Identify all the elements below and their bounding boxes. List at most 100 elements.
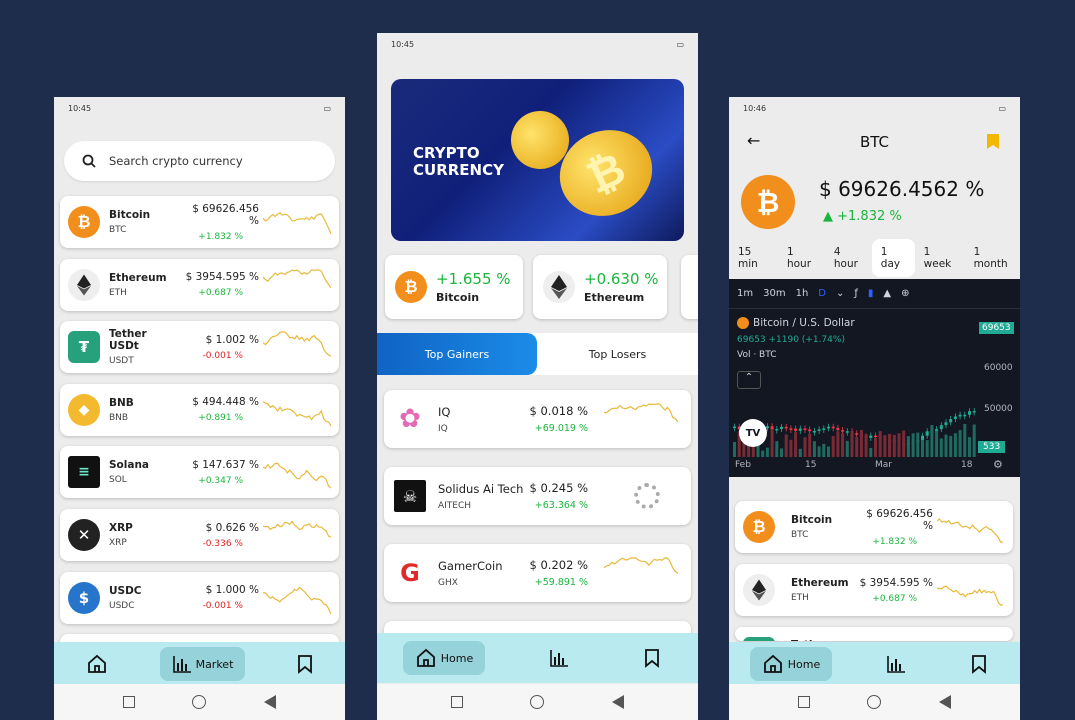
- nav-bookmark-button[interactable]: [632, 641, 672, 675]
- coin-symbol: SOL: [109, 475, 127, 486]
- coin-name: Tether USDt: [791, 639, 853, 641]
- home-circle-button[interactable]: [192, 695, 207, 709]
- nav-market-button[interactable]: [537, 641, 581, 675]
- interval-option[interactable]: 1m: [737, 288, 753, 299]
- loading-spinner-icon: [634, 483, 660, 509]
- range-option[interactable]: 15 min: [729, 239, 778, 277]
- home-circle-button[interactable]: [530, 695, 545, 709]
- nav-market-button[interactable]: Market: [159, 647, 246, 681]
- recents-button[interactable]: [122, 696, 135, 708]
- interval-option[interactable]: 30m: [763, 288, 785, 299]
- coin-symbol: ETH: [109, 287, 127, 298]
- back-triangle-button[interactable]: [939, 695, 952, 709]
- coin-price: $ 1.002 %: [205, 333, 259, 346]
- recents-button[interactable]: [797, 696, 810, 708]
- gainer-row[interactable]: ☠ Solidus Ai Tech AITECH $ 0.245 % +63.3…: [384, 467, 691, 525]
- top-card-bitcoin[interactable]: ₿ +1.655 % Bitcoin: [385, 255, 523, 319]
- settings-gear-icon[interactable]: ⚙: [993, 458, 1003, 471]
- coin-price: $ 3954.595 %: [859, 576, 933, 589]
- coin-name: Ethereum: [109, 271, 167, 284]
- coin-change: +1.832 %: [872, 536, 917, 547]
- bottom-nav: Home: [729, 642, 1020, 686]
- bottom-nav: Market: [54, 642, 345, 686]
- gainer-row[interactable]: G GamerCoin GHX $ 0.202 % +59.891 %: [384, 544, 691, 602]
- home-circle-button[interactable]: [867, 695, 882, 709]
- recents-button[interactable]: [450, 696, 463, 708]
- nav-bookmark-button[interactable]: [285, 647, 325, 681]
- coin-row[interactable]: ₿ Bitcoin BTC $ 69626.456 % +1.832 %: [60, 196, 339, 248]
- coin-change: -0.336 %: [202, 538, 243, 549]
- gainer-change: +59.891 %: [534, 577, 588, 588]
- search-icon: [82, 154, 96, 168]
- range-option[interactable]: 1 month: [965, 239, 1020, 277]
- bitcoin-icon: ₿: [395, 271, 427, 303]
- coin-name: Ethereum: [791, 577, 849, 589]
- search-input[interactable]: Search crypto currency: [109, 154, 243, 168]
- interval-option[interactable]: 1h: [796, 288, 809, 299]
- nav-home-button[interactable]: Home: [402, 641, 486, 675]
- tab-top-losers[interactable]: Top Losers: [537, 333, 698, 375]
- gainer-price: $ 0.245 %: [529, 481, 588, 495]
- coin-row[interactable]: Ethereum ETH $ 3954.595 % +0.687 %: [735, 564, 1013, 616]
- xrp-icon: ✕: [68, 519, 100, 551]
- bookmark-filled-icon[interactable]: [987, 134, 999, 149]
- coin-price: $ 147.637 %: [192, 458, 259, 471]
- coin-detail-screen: 10:46 ▭ ← BTC ₿ $ 69626.4562 % ▲ +1.832 …: [729, 97, 1020, 720]
- gainer-change: +69.019 %: [534, 423, 588, 434]
- top-card-partial[interactable]: [681, 255, 698, 319]
- brain-icon: ✿: [399, 404, 421, 434]
- coin-row[interactable]: ₮ Tether USDt USDT $ 1.002 % -0.001 %: [60, 321, 339, 374]
- coin-price: $ 494.448 %: [192, 396, 259, 409]
- nav-home-button[interactable]: [74, 647, 120, 681]
- back-triangle-button[interactable]: [264, 695, 277, 709]
- bitcoin-icon: ₿: [743, 511, 775, 543]
- bnb-icon: ◆: [68, 393, 100, 426]
- range-option[interactable]: 1 hour: [778, 239, 825, 277]
- tab-top-gainers[interactable]: Top Gainers: [377, 333, 537, 375]
- area-chart-icon[interactable]: ▲: [883, 288, 891, 299]
- bottom-nav: Home: [377, 633, 698, 683]
- gainer-row[interactable]: ✿ IQ IQ $ 0.018 % +69.019 %: [384, 390, 691, 448]
- status-bar: 10:46 ▭: [729, 97, 1020, 119]
- coin-change: -0.001 %: [202, 350, 243, 361]
- home-icon: [416, 648, 435, 667]
- coin-row[interactable]: ✕ XRP XRP $ 0.626 % -0.336 %: [60, 509, 339, 561]
- crypto-banner: CRYPTO CURRENCY ₿: [391, 79, 684, 241]
- nav-bookmark-button[interactable]: [959, 647, 999, 681]
- page-title: BTC: [859, 133, 890, 151]
- chart-bar-icon: [172, 656, 191, 673]
- tab-bar: Top Gainers Top Losers: [377, 333, 698, 375]
- skull-icon: ☠: [394, 480, 426, 512]
- range-option[interactable]: 1 day: [871, 239, 915, 277]
- candle-type-icon[interactable]: ▮: [868, 288, 874, 299]
- coin-row[interactable]: ₮ Tether USDt $ 1.002 %: [735, 627, 1013, 641]
- ethereum-icon: [743, 574, 775, 606]
- sparkline: [263, 463, 331, 489]
- sparkline: [263, 400, 331, 427]
- search-bar[interactable]: Search crypto currency: [64, 141, 335, 181]
- status-bar: 10:45 ▭: [54, 97, 345, 119]
- coin-row[interactable]: ≡ Solana SOL $ 147.637 % +0.347 %: [60, 446, 339, 499]
- detail-header: ← BTC: [729, 131, 1020, 155]
- back-triangle-button[interactable]: [612, 695, 625, 709]
- market-screen: 10:45 ▭ Search crypto currency ₿ Bitcoin…: [54, 97, 345, 720]
- coin-row[interactable]: $ USDC USDC $ 1.000 % -0.001 %: [60, 571, 339, 624]
- nav-market-button[interactable]: [874, 647, 918, 681]
- coin-row[interactable]: Ethereum ETH $ 3954.595 % +0.687 %: [60, 258, 339, 311]
- gamercoin-icon: G: [400, 559, 420, 587]
- coin-name: Tether USDt: [109, 328, 147, 353]
- home-icon: [87, 654, 106, 673]
- volume-tag: 533: [978, 441, 1006, 453]
- top-card-ethereum[interactable]: +0.630 % Ethereum: [533, 255, 667, 319]
- chevron-down-icon[interactable]: ⌄: [836, 288, 844, 299]
- coin-row[interactable]: ₿ Bitcoin BTC $ 69626.456 % +1.832 %: [735, 501, 1013, 553]
- coin-price: $ 3954.595 %: [185, 271, 259, 284]
- range-option[interactable]: 1 week: [915, 239, 965, 277]
- collapse-button[interactable]: ⌃: [737, 371, 761, 389]
- range-option[interactable]: 4 hour: [825, 239, 872, 277]
- coin-row[interactable]: ◆ BNB BNB $ 494.448 % +0.891 %: [60, 383, 339, 436]
- indicators-icon[interactable]: ƒ: [854, 288, 858, 299]
- interval-option[interactable]: D: [818, 288, 826, 299]
- nav-home-button[interactable]: Home: [749, 647, 833, 681]
- add-icon[interactable]: ⊕: [901, 288, 909, 299]
